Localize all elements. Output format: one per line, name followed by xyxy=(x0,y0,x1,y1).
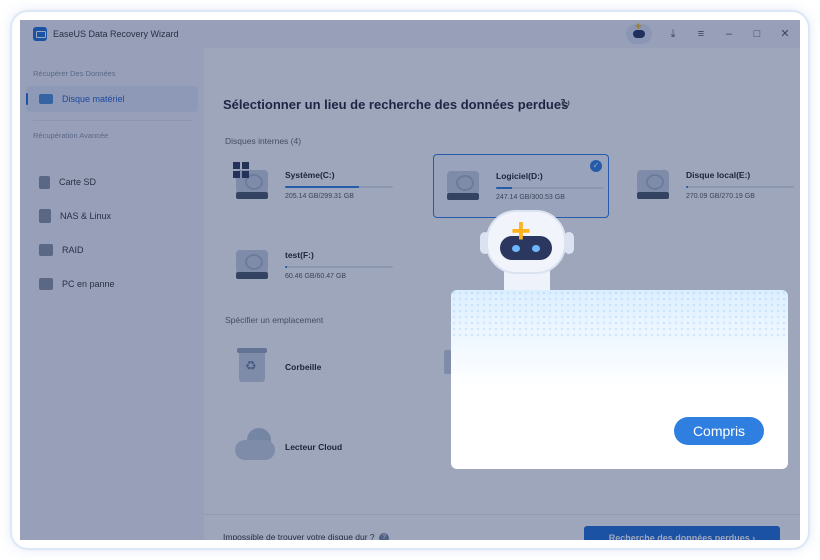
got-it-button[interactable]: Compris xyxy=(674,417,764,445)
mascot-astronaut-icon: + xyxy=(478,206,578,298)
